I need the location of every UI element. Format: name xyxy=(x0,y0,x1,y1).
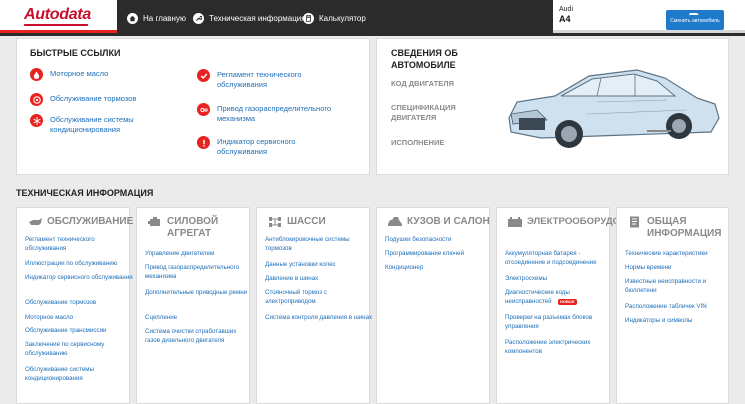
calculator-icon xyxy=(303,12,314,24)
nav-tech-info[interactable]: Техническая информация xyxy=(193,11,306,25)
wrench-icon xyxy=(193,12,204,24)
category-link[interactable]: Обслуживание тормозов xyxy=(25,299,133,308)
checkmark-icon xyxy=(197,69,210,82)
quick-link-label: Привод газораспределительного механизма xyxy=(217,104,332,123)
logo-swoosh xyxy=(23,24,89,26)
quick-link-engine-oil[interactable]: Моторное масло xyxy=(30,68,180,81)
home-icon xyxy=(127,12,138,24)
oil-can-icon xyxy=(29,218,42,225)
category-card-electrical: ЭЛЕКТРООБОРУДОВАНИЕ Аккумуляторная батар… xyxy=(496,207,654,404)
category-link[interactable]: Аккумуляторная батарея - отсоединение и … xyxy=(505,250,613,267)
engine-icon xyxy=(148,217,160,226)
category-link[interactable]: Регламент технического обслуживания xyxy=(25,236,133,253)
category-header[interactable]: ЭЛЕКТРООБОРУДОВАНИЕ xyxy=(507,216,654,228)
category-link[interactable]: Привод газораспределительного механизма xyxy=(145,264,253,281)
logo[interactable]: Autodata xyxy=(0,0,117,33)
category-link[interactable]: Обслуживание системы кондиционирования xyxy=(25,366,133,383)
quick-link-label: Обслуживание системы кондиционирования xyxy=(50,115,134,134)
quick-link-brakes[interactable]: Обслуживание тормозов xyxy=(30,93,180,106)
category-link[interactable]: Давление в шинах xyxy=(265,275,373,284)
quick-link-label: Индикатор сервисного обслуживания xyxy=(217,137,296,156)
category-card-general: ОБЩАЯ ИНФОРМАЦИЯ Технические характерист… xyxy=(616,207,729,404)
category-link[interactable]: Управление двигателем xyxy=(145,250,253,259)
snowflake-icon xyxy=(30,114,43,127)
category-link[interactable]: Система контроля давления в шинах xyxy=(265,314,373,323)
quick-link-service-indicator[interactable]: Индикатор сервисного обслуживания xyxy=(197,136,327,157)
category-link[interactable]: Моторное масло xyxy=(25,314,133,323)
engine-code-label: КОД ДВИГАТЕЛЯ xyxy=(391,79,454,88)
category-link[interactable]: Дополнительные приводные ремни xyxy=(145,289,253,298)
warning-icon xyxy=(197,136,210,149)
app-root: Autodata На главную Техническая информац… xyxy=(0,0,745,404)
category-card-service: ОБСЛУЖИВАНИЕ Регламент технического обсл… xyxy=(16,207,133,404)
category-link[interactable]: Индикатор сервисного обслуживания xyxy=(25,274,133,283)
new-badge: НОВОЕ xyxy=(558,299,577,305)
category-title: ШАССИ xyxy=(287,216,326,227)
nav-tech-info-label: Техническая информация xyxy=(209,13,306,23)
category-link[interactable]: Система очистки отработавших газов дизел… xyxy=(145,328,253,345)
quick-link-ac[interactable]: Обслуживание системы кондиционирования xyxy=(30,114,170,135)
quick-link-maintenance-schedule[interactable]: Регламент технического обслуживания xyxy=(197,69,327,90)
car-info-title: СВЕДЕНИЯ ОБ АВТОМОБИЛЕ xyxy=(391,48,458,70)
category-link[interactable]: Программирование ключей xyxy=(385,250,493,259)
category-link[interactable]: Нормы времени xyxy=(625,264,733,273)
category-link[interactable]: Известные неисправности и бюллетени xyxy=(625,278,733,295)
change-vehicle-label: Сменить автомобиль xyxy=(670,18,720,24)
category-link[interactable]: Иллюстрации по обслуживанию xyxy=(25,260,133,269)
category-header[interactable]: ОБСЛУЖИВАНИЕ xyxy=(27,216,133,228)
vehicle-make: Audi xyxy=(559,6,574,13)
tech-info-title: ТЕХНИЧЕСКАЯ ИНФОРМАЦИЯ xyxy=(16,188,154,198)
category-card-powertrain: СИЛОВОЙ АГРЕГАТ Управление двигателем Пр… xyxy=(136,207,250,404)
nav-calculator-label: Калькулятор xyxy=(319,13,366,23)
category-title: СИЛОВОЙ АГРЕГАТ xyxy=(167,216,219,239)
chassis-icon xyxy=(269,217,281,227)
car-body-icon xyxy=(388,217,402,226)
category-link[interactable]: Сцепление xyxy=(145,314,253,323)
change-vehicle-button[interactable]: Сменить автомобиль xyxy=(666,10,724,30)
car-illustration xyxy=(508,69,720,148)
category-link[interactable]: Стояночный тормоз с электроприводом xyxy=(265,289,373,306)
timing-belt-icon xyxy=(197,103,210,116)
brake-disc-icon xyxy=(30,93,43,106)
version-label: ИСПОЛНЕНИЕ xyxy=(391,138,445,147)
category-title: ОБСЛУЖИВАНИЕ xyxy=(47,216,134,227)
battery-icon xyxy=(508,217,522,227)
vehicle-selector: Audi A4 Сменить автомобиль xyxy=(553,0,745,33)
category-card-chassis: ШАССИ Антиблокировочные системы тормозов… xyxy=(256,207,373,404)
category-header[interactable]: СИЛОВОЙ АГРЕГАТ xyxy=(147,216,247,240)
category-link[interactable]: Расположение табличек VIN xyxy=(625,303,733,312)
category-title: КУЗОВ И САЛОН xyxy=(407,216,490,227)
quick-link-label: Регламент технического обслуживания xyxy=(217,70,302,89)
category-header[interactable]: КУЗОВ И САЛОН xyxy=(387,216,491,228)
quick-link-label: Обслуживание тормозов xyxy=(50,94,137,103)
category-title: ОБЩАЯ ИНФОРМАЦИЯ xyxy=(647,216,722,239)
category-card-body: КУЗОВ И САЛОН Подушки безопасности Прогр… xyxy=(376,207,490,404)
oil-drop-icon xyxy=(30,68,43,81)
quick-link-label: Моторное масло xyxy=(50,69,109,78)
category-link[interactable]: Обслуживание трансмиссии xyxy=(25,327,133,336)
category-link[interactable]: Проверки на разъемах блоков управления xyxy=(505,314,613,331)
nav-calculator[interactable]: Калькулятор xyxy=(303,11,366,25)
top-bar: Autodata На главную Техническая информац… xyxy=(0,0,745,36)
engine-spec-label: СПЕЦИФИКАЦИЯ ДВИГАТЕЛЯ xyxy=(391,103,456,122)
nav-home-label: На главную xyxy=(143,13,186,23)
category-link[interactable]: Антиблокировочные системы тормозов xyxy=(265,236,373,253)
category-link[interactable]: Данные установки колес xyxy=(265,261,373,270)
category-link[interactable]: Технические характеристики xyxy=(625,250,733,259)
quick-link-timing[interactable]: Привод газораспределительного механизма xyxy=(197,103,347,124)
category-link[interactable]: Подушки безопасности xyxy=(385,236,493,245)
category-link[interactable]: Расположение электрических компонентов xyxy=(505,339,613,356)
category-link[interactable]: Электросхемы xyxy=(505,275,613,284)
category-link[interactable]: Индикаторы и символы xyxy=(625,317,733,326)
nav-home[interactable]: На главную xyxy=(127,11,186,25)
vehicle-model: A4 xyxy=(559,14,571,24)
logo-text: Autodata xyxy=(24,6,91,23)
category-header[interactable]: ОБЩАЯ ИНФОРМАЦИЯ xyxy=(627,216,727,240)
quick-links-title: БЫСТРЫЕ ССЫЛКИ xyxy=(30,48,121,58)
category-header[interactable]: ШАССИ xyxy=(267,216,367,228)
document-icon xyxy=(630,216,639,228)
category-link[interactable]: Заключение по сервисному обслуживанию xyxy=(25,341,133,358)
category-link[interactable]: Кондиционер xyxy=(385,264,493,273)
car-icon xyxy=(689,13,699,15)
